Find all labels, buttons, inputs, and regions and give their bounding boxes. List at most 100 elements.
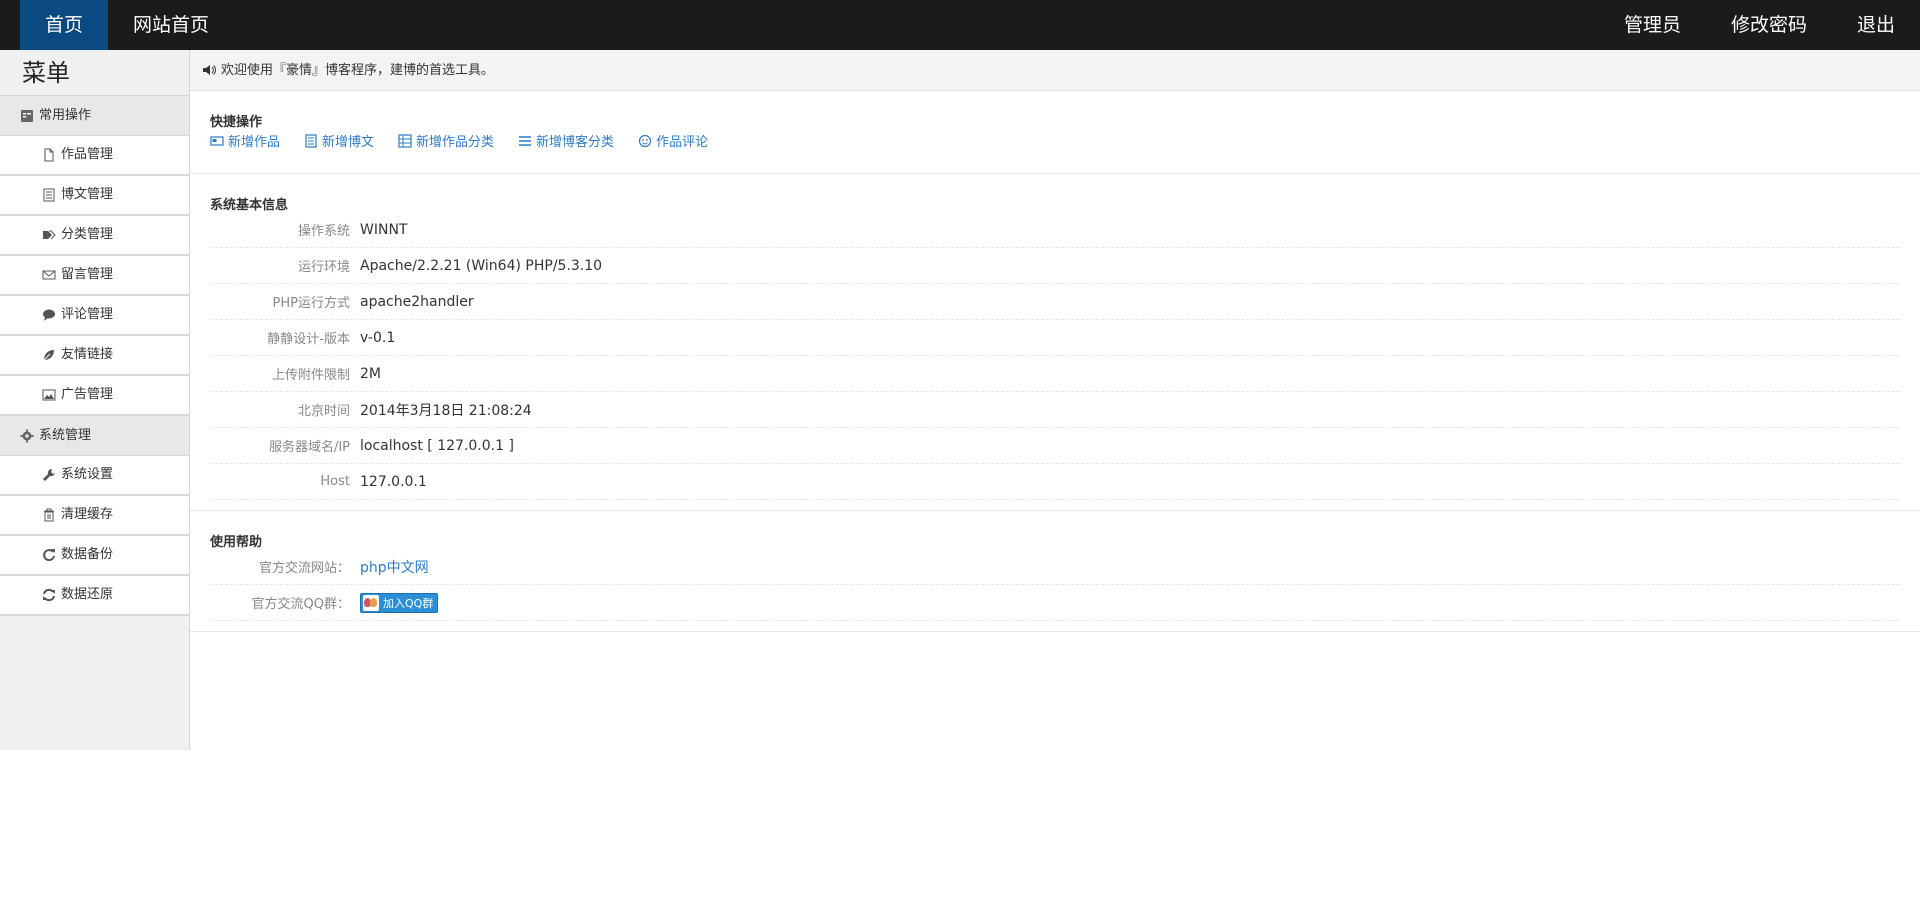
topnav-left: 首页 网站首页	[20, 0, 234, 50]
info-label: 官方交流网站：	[258, 561, 350, 576]
topnav-admin[interactable]: 管理员	[1599, 0, 1706, 50]
table-icon	[398, 133, 412, 148]
topnav-home[interactable]: 首页	[20, 0, 109, 50]
info-row-php-mode: PHP运行方式 apache2handler	[210, 284, 1900, 320]
quick-link-label: 新增作品	[228, 135, 281, 150]
quick-link-label: 新增博文	[322, 135, 375, 150]
sidebar-item-links[interactable]: 友情链接	[0, 336, 189, 376]
sidebar: 菜单 常用操作 作品管理 博文管理 分类管理 留言管理 评论管理 友情链接 广告…	[0, 50, 190, 750]
info-label: 服务器域名/IP	[268, 440, 350, 455]
welcome-bar: 欢迎使用『豪情』博客程序，建博的首选工具。	[190, 50, 1920, 91]
speaker-icon	[203, 65, 216, 75]
help-row-site: 官方交流网站： php中文网	[210, 549, 1900, 585]
tags-icon	[43, 230, 56, 240]
main-content: 欢迎使用『豪情』博客程序，建博的首选工具。 快捷操作 新增作品 新增博文 新增作…	[190, 50, 1920, 922]
sidebar-item-messages[interactable]: 留言管理	[0, 256, 189, 296]
sidebar-item-categories[interactable]: 分类管理	[0, 216, 189, 256]
sidebar-item-label: 清理缓存	[61, 507, 114, 522]
info-value: apache2handler	[360, 293, 474, 310]
top-navbar: 首页 网站首页 管理员 修改密码 退出	[0, 0, 1920, 50]
info-value: localhost [ 127.0.0.1 ]	[360, 437, 514, 454]
info-value: 2M	[360, 365, 381, 382]
info-label: 静静设计-版本	[267, 332, 350, 347]
info-row-host: Host 127.0.0.1	[210, 464, 1900, 500]
comment-icon	[43, 309, 55, 321]
info-row-env: 运行环境 Apache/2.2.21 (Win64) PHP/5.3.10	[210, 248, 1900, 284]
info-label: 操作系统	[297, 224, 350, 239]
quick-actions-title: 快捷操作	[210, 115, 263, 130]
sidebar-item-works[interactable]: 作品管理	[0, 136, 189, 176]
info-label: Host	[320, 474, 350, 489]
quick-add-work-category[interactable]: 新增作品分类	[398, 131, 494, 150]
info-value: Apache/2.2.21 (Win64) PHP/5.3.10	[360, 257, 603, 274]
sidebar-group-common[interactable]: 常用操作	[0, 96, 189, 136]
help-row-qq: 官方交流QQ群： 加入QQ群	[210, 585, 1900, 621]
sidebar-item-label: 友情链接	[61, 347, 114, 362]
topnav-logout[interactable]: 退出	[1832, 0, 1920, 50]
join-qq-group-button[interactable]: 加入QQ群	[360, 592, 439, 613]
system-info-title: 系统基本信息	[210, 198, 289, 213]
sidebar-item-clear-cache[interactable]: 清理缓存	[0, 496, 189, 536]
help-section: 使用帮助 官方交流网站： php中文网 官方交流QQ群： 加入QQ群	[190, 511, 1920, 632]
sidebar-item-label: 广告管理	[61, 387, 114, 402]
card-icon	[210, 135, 224, 146]
sidebar-item-label: 作品管理	[61, 147, 114, 162]
sidebar-item-label: 系统设置	[61, 467, 114, 482]
sidebar-item-label: 分类管理	[61, 227, 114, 242]
info-value: v-0.1	[360, 329, 396, 346]
info-label: 上传附件限制	[271, 368, 350, 383]
info-label: 北京时间	[297, 404, 350, 419]
sidebar-item-label: 博文管理	[61, 187, 114, 202]
topnav-change-password[interactable]: 修改密码	[1706, 0, 1832, 50]
quick-add-post[interactable]: 新增博文	[304, 131, 374, 150]
sidebar-title: 菜单	[0, 50, 189, 96]
sidebar-group-system[interactable]: 系统管理	[0, 416, 189, 456]
sidebar-item-label: 留言管理	[61, 267, 114, 282]
sidebar-item-comments[interactable]: 评论管理	[0, 296, 189, 336]
info-value: 127.0.0.1	[360, 473, 427, 490]
info-label: PHP运行方式	[272, 296, 350, 311]
leaf-icon	[43, 350, 54, 361]
sidebar-item-settings[interactable]: 系统设置	[0, 456, 189, 496]
smile-icon	[638, 134, 652, 147]
document-icon	[43, 188, 55, 202]
quick-link-label: 新增博客分类	[536, 135, 615, 150]
sidebar-group-label: 系统管理	[39, 427, 92, 443]
sidebar-item-label: 数据还原	[61, 587, 114, 602]
info-value: 2014年3月18日 21:08:24	[360, 402, 532, 419]
quick-link-label: 新增作品分类	[416, 135, 495, 150]
qq-button-label: 加入QQ群	[383, 596, 434, 610]
info-label: 官方交流QQ群：	[251, 597, 350, 612]
envelope-icon	[42, 270, 56, 280]
official-site-link[interactable]: php中文网	[360, 557, 429, 577]
document-icon	[305, 133, 317, 148]
info-row-os: 操作系统 WINNT	[210, 212, 1900, 248]
sidebar-item-ads[interactable]: 广告管理	[0, 376, 189, 416]
qq-avatar-icon	[363, 594, 379, 611]
sync-icon	[43, 588, 55, 602]
quick-add-blog-category[interactable]: 新增博客分类	[518, 131, 614, 150]
sidebar-item-posts[interactable]: 博文管理	[0, 176, 189, 216]
sidebar-item-restore[interactable]: 数据还原	[0, 576, 189, 616]
wrench-icon	[43, 469, 55, 481]
info-row-version: 静静设计-版本 v-0.1	[210, 320, 1900, 356]
quick-work-comments[interactable]: 作品评论	[638, 131, 708, 150]
quick-link-label: 作品评论	[656, 135, 709, 150]
topnav-site-home[interactable]: 网站首页	[108, 0, 234, 50]
sidebar-item-label: 评论管理	[61, 307, 114, 322]
quick-links: 新增作品 新增博文 新增作品分类 新增博客分类 作品评论	[210, 129, 1900, 173]
help-title: 使用帮助	[210, 535, 263, 550]
sidebar-item-label: 数据备份	[61, 547, 114, 562]
info-row-upload-limit: 上传附件限制 2M	[210, 356, 1900, 392]
welcome-text: 欢迎使用『豪情』博客程序，建博的首选工具。	[221, 62, 495, 78]
lines-icon	[519, 135, 532, 146]
system-info-section: 系统基本信息 操作系统 WINNT 运行环境 Apache/2.2.21 (Wi…	[190, 174, 1920, 511]
list-icon	[21, 109, 33, 122]
quick-add-work[interactable]: 新增作品	[210, 131, 280, 150]
sidebar-group-label: 常用操作	[39, 107, 92, 123]
topnav-right: 管理员 修改密码 退出	[1599, 0, 1920, 50]
sidebar-item-backup[interactable]: 数据备份	[0, 536, 189, 576]
gear-icon	[20, 429, 34, 442]
info-row-beijing-time: 北京时间 2014年3月18日 21:08:24	[210, 392, 1900, 428]
info-row-server-ip: 服务器域名/IP localhost [ 127.0.0.1 ]	[210, 428, 1900, 464]
